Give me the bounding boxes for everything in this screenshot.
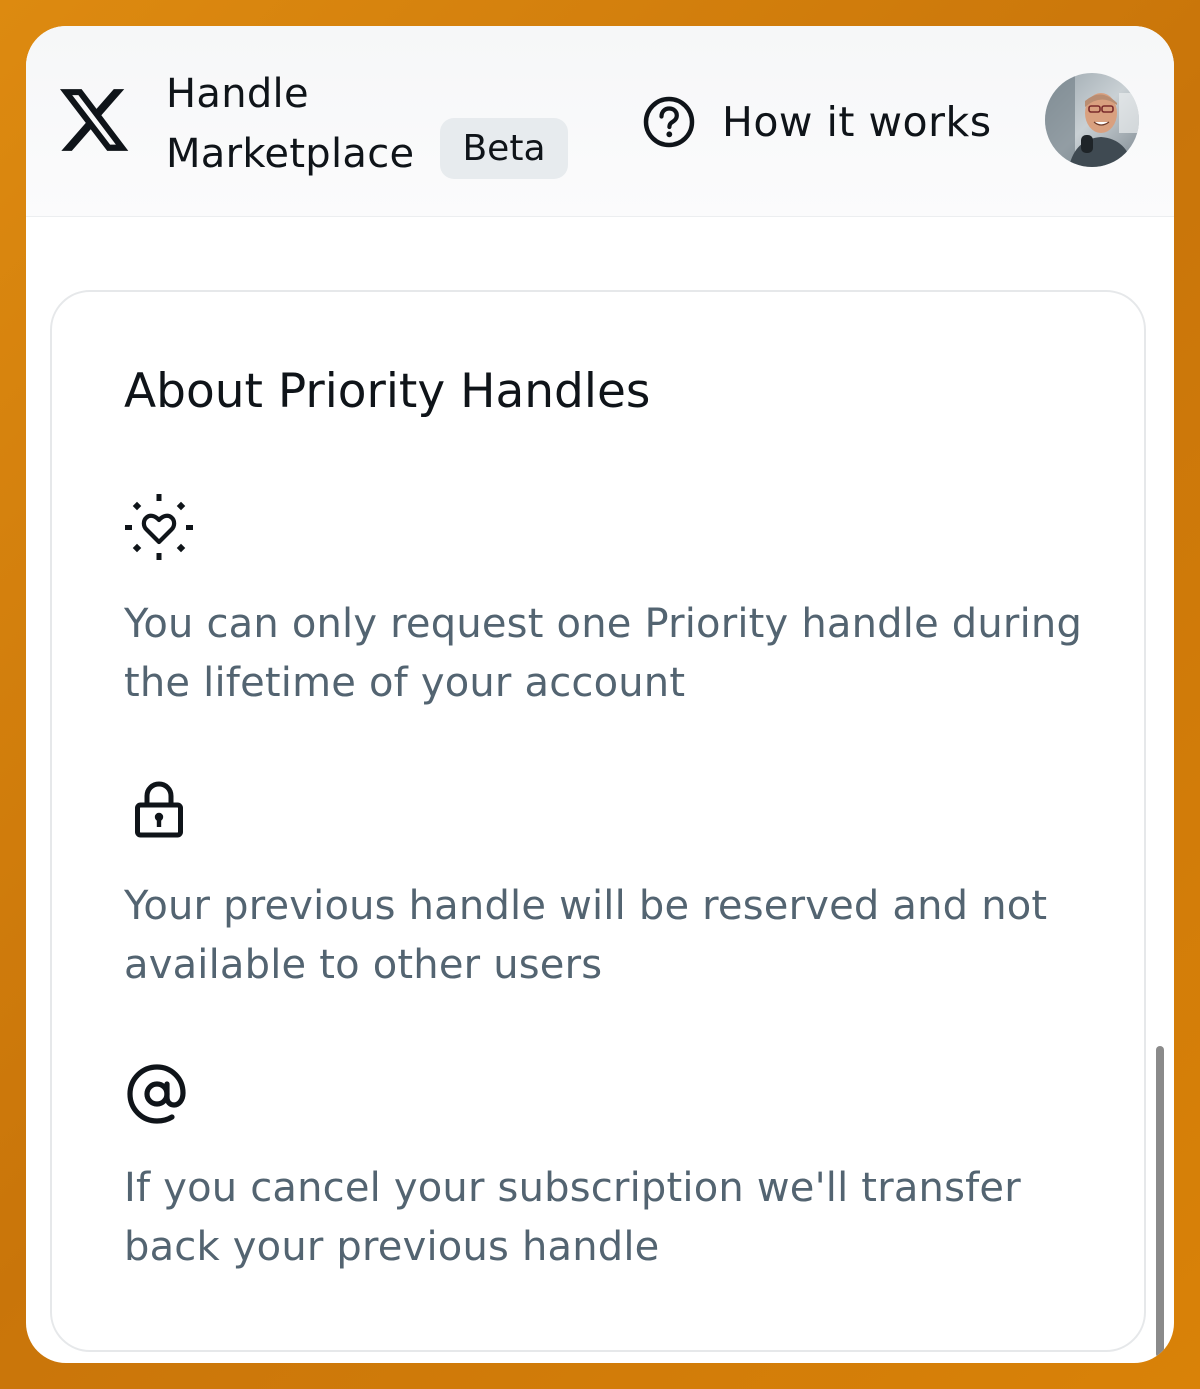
handle-marketplace-window: Handle Marketplace Beta How it works Abo…	[26, 26, 1174, 1363]
feature-text-reserved-handle: Your previous handle will be reserved an…	[124, 883, 1048, 988]
screenshot-frame: Handle Marketplace Beta How it works Abo…	[0, 0, 1200, 1389]
beta-badge: Beta	[440, 118, 568, 179]
about-priority-handles-panel: About Priority Handles You can only requ…	[50, 290, 1146, 1352]
brand-title-line1: Handle	[166, 71, 309, 117]
scrollbar[interactable]	[1156, 1046, 1164, 1358]
heart-sparkle-icon	[125, 494, 193, 560]
at-sign-icon	[127, 1064, 186, 1124]
brand-title: Handle Marketplace	[166, 64, 436, 184]
feature-text-one-request: You can only request one Priority handle…	[124, 601, 1083, 706]
how-it-works-link[interactable]: How it works	[642, 92, 992, 152]
x-logo-icon[interactable]	[56, 82, 132, 158]
brand-title-line2: Marketplace	[166, 131, 415, 177]
question-circle-icon	[643, 96, 695, 148]
lock-icon	[135, 781, 183, 838]
profile-photo	[1045, 73, 1139, 167]
panel-title: About Priority Handles	[124, 364, 651, 419]
header-bar: Handle Marketplace Beta How it works	[26, 26, 1174, 217]
feature-text-transfer-back: If you cancel your subscription we'll tr…	[124, 1165, 1021, 1270]
how-it-works-label: How it works	[722, 98, 992, 146]
avatar[interactable]	[1045, 73, 1139, 167]
